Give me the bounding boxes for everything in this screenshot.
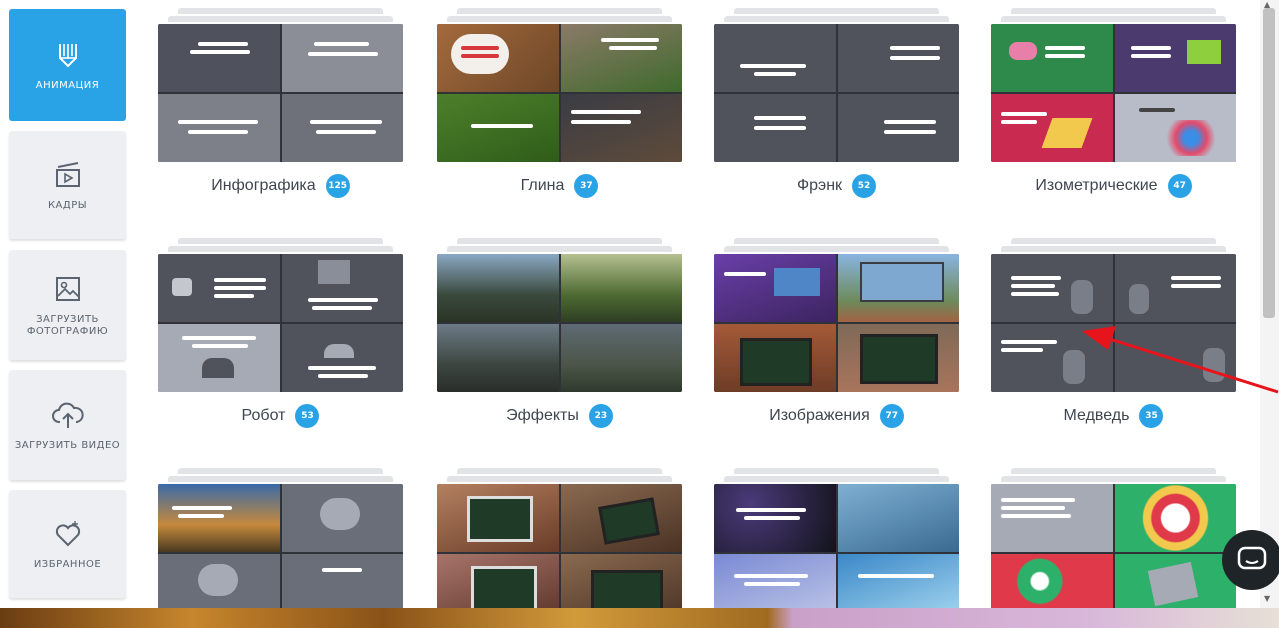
desktop-background-strip (0, 608, 1279, 628)
annotation-arrow (1082, 326, 1279, 394)
